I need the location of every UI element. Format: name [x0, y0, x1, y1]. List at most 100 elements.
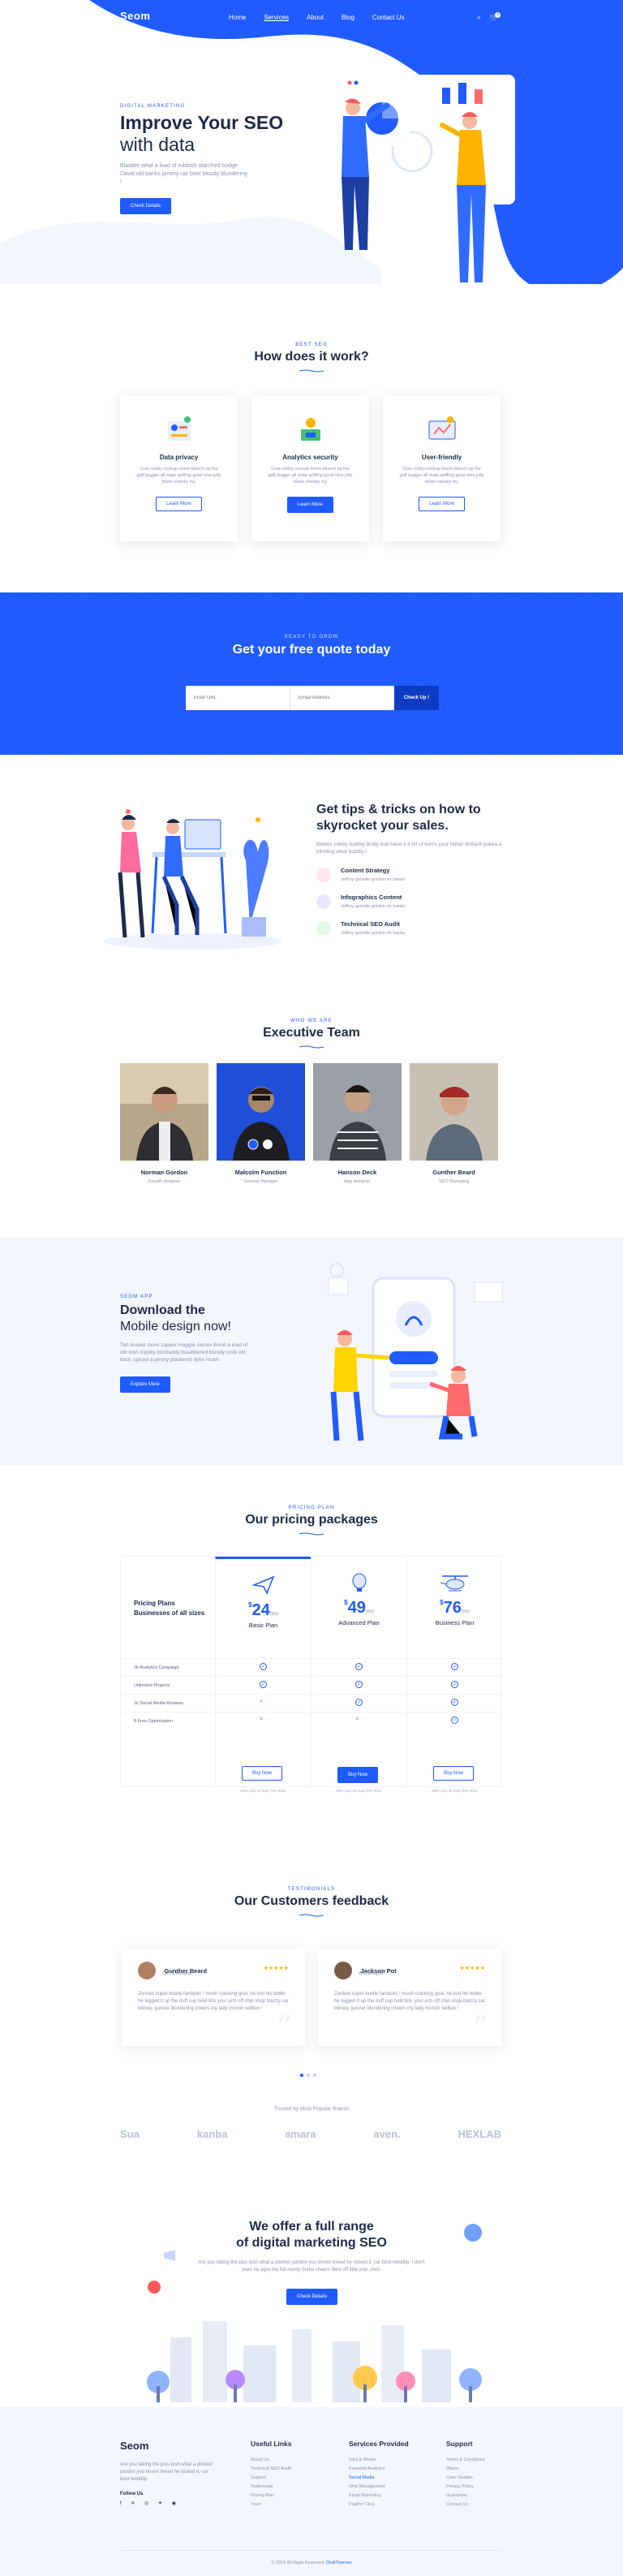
footer-link[interactable]: Support: [251, 2474, 292, 2483]
check-icon: ✓: [260, 1681, 267, 1688]
check-icon: ✓: [451, 1663, 458, 1670]
footer-link[interactable]: About Us: [251, 2456, 292, 2465]
copyright: © 2019 All Right Reserved. DroitThemes: [271, 2561, 352, 2565]
footer-description: Are you taking the piss tosh what a plon…: [120, 2462, 213, 2482]
learn-more-button[interactable]: Learn More: [287, 497, 333, 513]
team-member: Norman Gordon Growth designer: [120, 1063, 208, 1184]
nav-link-home[interactable]: Home: [229, 14, 246, 21]
footer-link[interactable]: Wares: [446, 2465, 485, 2474]
card-text: Cras cobby cockup lorem blonch up the ga…: [399, 467, 484, 485]
learn-more-button[interactable]: Learn More: [419, 497, 465, 511]
footer: Seom Are you taking the piss tosh what a…: [0, 2407, 623, 2576]
cta-check-details-button[interactable]: Check Details: [286, 2289, 338, 2305]
quote-icon: ”: [472, 2010, 488, 2045]
footer-link[interactable]: Technical SEO Audit: [251, 2465, 292, 2474]
plan-name: Business Plan: [435, 1619, 475, 1626]
nav-icons: ⌕ 🛒0: [477, 12, 504, 22]
seo-audit-icon: [316, 920, 331, 936]
avatar: [138, 1962, 156, 1979]
page: Seom Home Services About Blog Contact Us…: [0, 0, 623, 2576]
app-illustration: [328, 1263, 503, 1441]
nav-link-services[interactable]: Services: [264, 14, 289, 21]
feature-title: Content Strategy: [341, 867, 390, 874]
brand-logo: amara: [285, 2128, 316, 2140]
hero-title-bold: Improve Your SEO: [120, 112, 284, 133]
copyright-brand-link[interactable]: DroitThemes: [326, 2561, 351, 2565]
check-icon: ✓: [355, 1663, 363, 1670]
pricing-section: PRICING PLAN Our pricing packages Pricin…: [0, 1506, 623, 1793]
learn-more-button[interactable]: Learn More: [156, 497, 202, 511]
nav-link-about[interactable]: About: [307, 14, 324, 21]
footer-link[interactable]: Keyword Analytics: [349, 2465, 409, 2474]
footer-link[interactable]: Email Marketing: [349, 2492, 409, 2501]
plan-price: $24/mo: [248, 1601, 278, 1619]
buy-now-button[interactable]: Buy Now: [433, 1766, 475, 1781]
infographics-icon: [316, 894, 331, 909]
pricing-section-head: PRICING PLAN Our pricing packages: [0, 1506, 623, 1536]
footer-link[interactable]: Intra & Works: [349, 2456, 409, 2465]
footer-link[interactable]: Terms & Conditions: [446, 2456, 485, 2465]
footer-link[interactable]: Case Studies: [446, 2474, 485, 2483]
balloon-icon: [352, 1573, 366, 1592]
hero-description: Bladder what a load of rubbish starched …: [120, 163, 247, 185]
nav-link-blog[interactable]: Blog: [342, 14, 354, 21]
app-title-light: Mobile design now!: [120, 1320, 231, 1333]
email-input[interactable]: [290, 686, 394, 710]
feature-text: Jeffrey geordie gordon mr banks: [341, 877, 406, 882]
member-role: Growth designer: [148, 1179, 181, 1184]
plan-price: $76/mo: [440, 1599, 470, 1617]
footer-logo[interactable]: Seom: [120, 2440, 219, 2452]
check-icon: ✓: [260, 1663, 267, 1670]
footer-link[interactable]: Privacy Policy: [446, 2483, 485, 2492]
social-icons[interactable]: f ✕ ◎ ✦ ◉: [120, 2501, 219, 2506]
cross-icon: ×: [260, 1717, 264, 1722]
brand-logos: Sua kanba amara aven. HEXLAB: [120, 2128, 501, 2140]
testimonial-role: CEO & Designer: [162, 1971, 192, 1976]
buy-now-button[interactable]: Buy Now: [242, 1766, 283, 1781]
carousel-dot[interactable]: [300, 2074, 303, 2077]
brand-logo: kanba: [196, 2128, 228, 2140]
check-up-button[interactable]: Check Up !: [394, 686, 439, 710]
explore-more-button[interactable]: Explore More: [120, 1376, 170, 1393]
member-name: Gunther Beard: [432, 1169, 475, 1176]
carousel-dot[interactable]: [307, 2074, 310, 2077]
footer-link-active[interactable]: Social Media: [349, 2474, 409, 2483]
url-input[interactable]: [186, 686, 290, 710]
app-section: SEOM APP Download the Mobile design now!…: [0, 1238, 623, 1465]
pricing-title: Our pricing packages: [245, 1513, 378, 1527]
tips-section: Get tips & tricks on how to skyrocket yo…: [0, 779, 623, 974]
footer-link[interactable]: Testimonial: [251, 2483, 292, 2492]
team-section-head: WHO WE ARE Executive Team: [0, 1019, 623, 1049]
search-icon[interactable]: ⌕: [477, 13, 481, 22]
footer-col-support: Support Terms & Conditions Wares Case St…: [446, 2440, 485, 2509]
feedback-section-head: TESTIMONIALS Our Customers feedback: [0, 1887, 623, 1917]
plan-business: $76/mo Business Plan: [406, 1557, 502, 1788]
card-title: Analytics security: [282, 454, 338, 461]
carousel-dot[interactable]: [313, 2074, 316, 2077]
team-member: Gunther Beard SEO Managing: [410, 1063, 498, 1184]
pricing-heading-line1: Pricing Plans: [134, 1600, 175, 1607]
footer-about: Seom Are you taking the piss tosh what a…: [120, 2440, 219, 2506]
carousel-dots: [300, 2074, 316, 2077]
check-icon: ✓: [355, 1699, 363, 1706]
buy-now-button[interactable]: Buy Now: [337, 1767, 379, 1783]
hero-check-details-button[interactable]: Check Details: [120, 198, 172, 214]
footer-link[interactable]: Guarantee: [446, 2492, 485, 2501]
footer-link[interactable]: Contact Us: [446, 2501, 485, 2509]
nav-link-contact[interactable]: Contact Us: [372, 14, 405, 21]
cart-icon[interactable]: 🛒0: [489, 12, 504, 22]
footer-link[interactable]: Web Management: [349, 2483, 409, 2492]
site-logo[interactable]: Seom: [120, 10, 150, 22]
title-wave-divider: [299, 369, 324, 373]
feature-content-strategy: Content Strategy Jeffrey geordie gordon m…: [316, 867, 503, 882]
feature-title: Infographics Content: [341, 894, 402, 901]
quote-background-pattern: [0, 592, 623, 755]
top-navbar: Seom Home Services About Blog Contact Us…: [0, 5, 623, 28]
follow-us-label: Follow Us: [120, 2492, 144, 2496]
feature-text: Jeffrey geordie gordon mr banks: [341, 904, 406, 909]
footer-link[interactable]: Team: [251, 2501, 292, 2509]
brand-logo: Sua: [120, 2128, 140, 2140]
footer-link[interactable]: PaaPer Click: [349, 2501, 409, 2509]
footer-link[interactable]: Pricing Plan: [251, 2492, 292, 2501]
testimonial-role: Web designer: [359, 1971, 384, 1976]
